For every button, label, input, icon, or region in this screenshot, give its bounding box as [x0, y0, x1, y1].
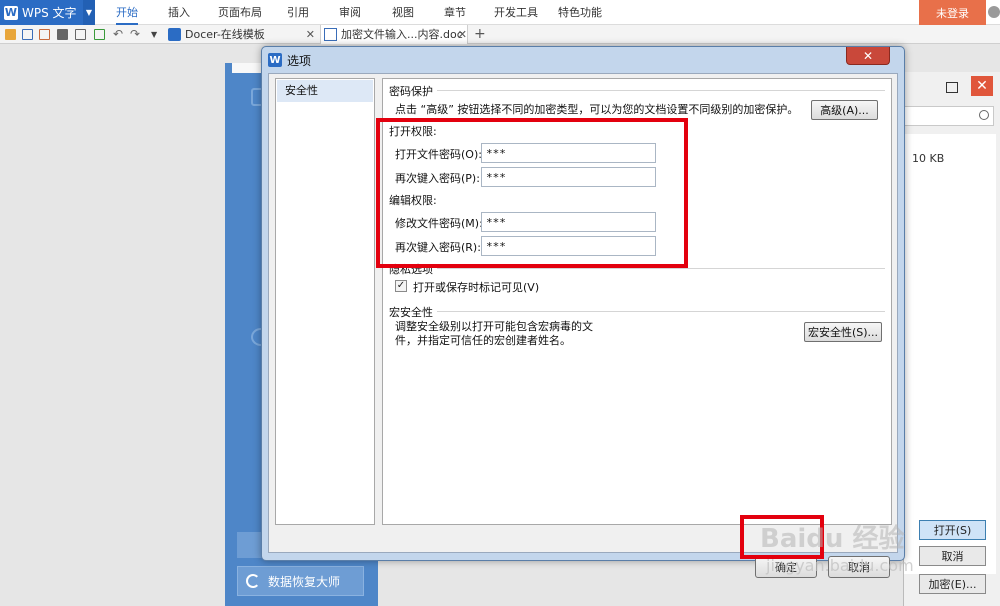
undo-icon[interactable]: ↶ [113, 28, 124, 40]
menu-bar: W WPS 文字 ▼ 开始 插入 页面布局 引用 审阅 视图 章节 开发工具 特… [0, 0, 1000, 25]
macro-description-line2: 件，并指定可信任的宏创建者姓名。 [395, 334, 571, 347]
tab-insert[interactable]: 插入 [168, 0, 190, 25]
open-icon[interactable] [5, 29, 16, 40]
search-input[interactable] [904, 106, 994, 126]
dialog-title-bar[interactable]: W 选项 ✕ [262, 47, 904, 73]
maximize-icon[interactable] [946, 82, 958, 93]
mark-visible-label: 打开或保存时标记可见(V) [413, 281, 540, 294]
tab-home[interactable]: 开始 [116, 0, 138, 25]
print-icon[interactable] [57, 29, 68, 40]
tab-developer[interactable]: 开发工具 [494, 0, 538, 25]
tab-document[interactable]: 加密文件输入...内容.doc ✕ [320, 25, 468, 44]
wps-logo-icon: W [268, 53, 282, 67]
data-recovery-label: 数据恢复大师 [268, 574, 341, 589]
search-icon [979, 110, 989, 120]
print-preview-icon[interactable] [75, 29, 86, 40]
app-name: WPS 文字 [22, 6, 77, 20]
tab-docer-label: Docer-在线模板 [185, 28, 265, 41]
nav-item-security[interactable]: 安全性 [277, 80, 373, 102]
save-icon[interactable] [22, 29, 33, 40]
new-tab-icon[interactable]: + [474, 25, 486, 44]
divider [389, 90, 885, 91]
app-menu-button[interactable]: W WPS 文字 ▼ [0, 0, 95, 25]
tab-chapter[interactable]: 章节 [444, 0, 466, 25]
divider [389, 268, 885, 269]
close-icon[interactable]: ✕ [458, 25, 467, 44]
tab-review[interactable]: 审阅 [339, 0, 361, 25]
tab-view[interactable]: 视图 [392, 0, 414, 25]
highlight-password-fields [376, 118, 688, 268]
options-nav: 安全性 [275, 78, 375, 525]
macro-group-title: 宏安全性 [389, 304, 437, 320]
tab-docer[interactable]: Docer-在线模板 ✕ [165, 25, 315, 44]
docer-icon [168, 28, 181, 41]
password-group-title: 密码保护 [389, 83, 437, 99]
redo-icon[interactable]: ↷ [130, 28, 141, 40]
chevron-down-icon[interactable]: ▼ [83, 0, 95, 25]
dialog-title: 选项 [287, 54, 312, 68]
divider [389, 311, 885, 312]
password-description: 点击 “高级” 按钮选择不同的加密类型，可以为您的文档设置不同级别的加密保护。 [395, 103, 799, 116]
document-icon [324, 28, 337, 41]
login-button[interactable]: 未登录 [919, 0, 986, 25]
more-icon[interactable]: ▼ [151, 29, 162, 40]
macro-security-button[interactable]: 宏安全性(S)... [804, 322, 882, 342]
close-icon[interactable]: ✕ [846, 47, 890, 65]
file-size: 10 KB [912, 152, 945, 165]
export-pdf-icon[interactable] [39, 29, 50, 40]
tab-references[interactable]: 引用 [287, 0, 309, 25]
tab-page-layout[interactable]: 页面布局 [218, 0, 262, 25]
macro-description-line1: 调整安全级别以打开可能包含宏病毒的文 [395, 320, 593, 333]
wps-logo-icon: W [4, 5, 18, 20]
tab-special[interactable]: 特色功能 [558, 0, 602, 25]
mark-visible-checkbox[interactable]: ✓ [395, 280, 407, 292]
document-tab-bar: ↶ ↷ ▼ Docer-在线模板 ✕ 加密文件输入...内容.doc ✕ + [0, 25, 1000, 44]
recovery-icon [246, 574, 260, 588]
watermark-url: jingyan.baidu.com [766, 556, 914, 575]
close-icon[interactable]: ✕ [306, 25, 315, 44]
advanced-button[interactable]: 高级(A)... [811, 100, 878, 120]
settings-icon[interactable] [988, 6, 1000, 18]
spellcheck-icon[interactable] [94, 29, 105, 40]
data-recovery-button[interactable]: 数据恢复大师 [237, 566, 364, 596]
tab-document-label: 加密文件输入...内容.doc [341, 28, 463, 41]
watermark: Baidu 经验 jingyan.baidu.com [760, 498, 960, 588]
watermark-logo: Baidu 经验 [760, 524, 905, 554]
close-icon[interactable]: ✕ [971, 76, 993, 96]
